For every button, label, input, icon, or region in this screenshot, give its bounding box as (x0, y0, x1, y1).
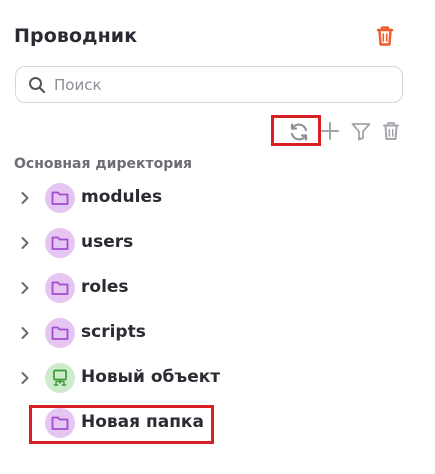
refresh-highlight (271, 115, 321, 146)
trash-icon[interactable] (374, 24, 396, 48)
folder-icon (45, 318, 75, 348)
search-box[interactable] (15, 66, 403, 103)
chevron-right-icon[interactable] (18, 281, 32, 295)
chevron-right-icon[interactable] (18, 371, 32, 385)
search-icon (29, 77, 46, 94)
chevron-right-icon[interactable] (18, 326, 32, 340)
tree-item-label: roles (81, 277, 129, 297)
tree-item-label: scripts (81, 322, 146, 342)
panel-title: Проводник (14, 25, 138, 47)
plus-icon[interactable] (319, 120, 343, 144)
tree-item-label: users (81, 232, 134, 252)
chevron-right-icon[interactable] (18, 236, 32, 250)
new-folder-highlight (29, 405, 214, 444)
tree-item-modules[interactable]: modules (0, 181, 420, 215)
tree-item-new-object[interactable]: Новый объект (0, 361, 420, 395)
explorer-panel: Проводник Поиск Основная директория modu… (0, 0, 435, 474)
tree-item-label: Новый объект (81, 367, 221, 387)
section-label: Основная директория (14, 156, 193, 172)
chevron-right-icon[interactable] (18, 191, 32, 205)
tree-item-label: modules (81, 187, 163, 207)
folder-icon (45, 228, 75, 258)
folder-icon (45, 183, 75, 213)
filter-icon[interactable] (350, 120, 374, 144)
tree-item-roles[interactable]: roles (0, 271, 420, 305)
object-icon (45, 363, 75, 393)
trash-icon[interactable] (380, 120, 404, 144)
folder-icon (45, 273, 75, 303)
search-input[interactable] (54, 73, 384, 97)
tree-item-scripts[interactable]: scripts (0, 316, 420, 350)
tree-item-users[interactable]: users (0, 226, 420, 260)
